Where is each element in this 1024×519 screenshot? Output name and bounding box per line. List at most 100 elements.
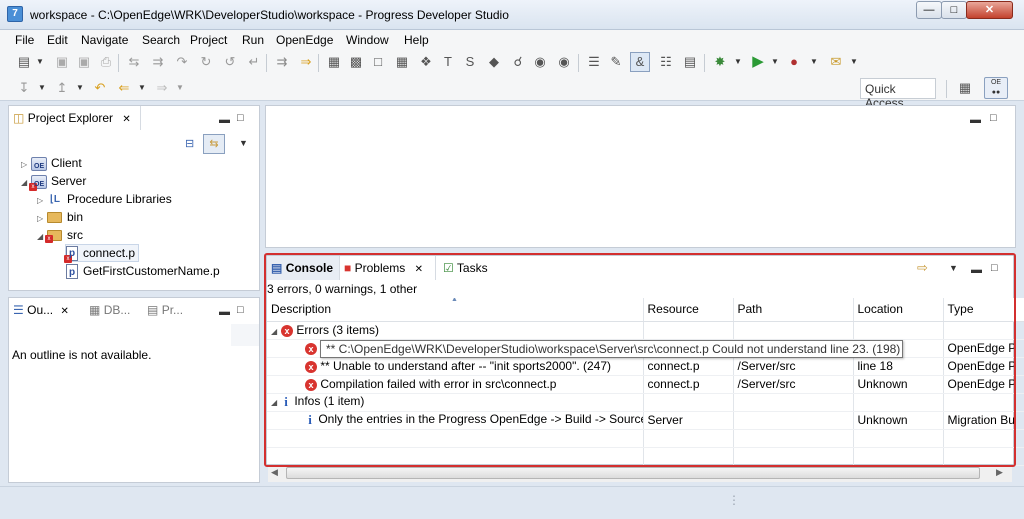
tab-db-structure[interactable]: ▦ DB... [89, 298, 130, 322]
menu-edit[interactable]: Edit [47, 33, 68, 47]
collapse-icon[interactable]: ◢ [271, 327, 281, 336]
debug-bug-icon[interactable]: ✸ [712, 54, 728, 70]
collapse-icon[interactable]: ◢ [271, 398, 281, 407]
close-icon[interactable]: ✕ [122, 114, 130, 125]
menu-help[interactable]: Help [404, 33, 429, 47]
maximize-view-icon[interactable]: □ [991, 262, 998, 274]
tab-outline[interactable]: ☰ Ou... ✕ [9, 298, 85, 322]
collapse-all-icon[interactable]: ⊟ [185, 138, 194, 150]
scrollbar-thumb[interactable] [286, 467, 980, 479]
debug-dropdown-icon[interactable]: ▼ [734, 54, 742, 70]
minimize-editor-icon[interactable]: ▬ [970, 114, 981, 126]
table-icon[interactable]: ▦ [326, 54, 342, 70]
menu-project[interactable]: Project [190, 33, 227, 47]
column-header-resource[interactable]: Resource [643, 298, 734, 322]
text-icon[interactable]: T [440, 54, 456, 70]
grid-icon[interactable]: ▦ [394, 54, 410, 70]
tree-item-server[interactable]: ◢xServer [21, 172, 86, 194]
view-menu-icon[interactable]: ▼ [239, 137, 248, 149]
tab-properties[interactable]: ▤ Pr... [147, 298, 183, 322]
column-header-location[interactable]: Location [853, 298, 944, 322]
column-header-description[interactable]: Description ▲ [267, 298, 644, 322]
revert-icon[interactable]: ↵ [246, 54, 262, 70]
view-menu-icon[interactable]: ▼ [949, 262, 958, 274]
tree-item-getfirstcustomername-p[interactable]: GetFirstCustomerName.p [66, 262, 220, 282]
table-row[interactable]: x Compilation failed with error in src\c… [267, 375, 1024, 394]
focus-on-active-task-icon[interactable]: ⇨ [917, 261, 928, 274]
tab-tasks[interactable]: ☑ Tasks [441, 256, 488, 280]
save-icon[interactable]: ▣ [54, 54, 70, 70]
tree-item-client[interactable]: ▷Client [21, 154, 82, 176]
run-icon[interactable]: ▶ [750, 54, 766, 70]
open-perspective-icon[interactable]: ▦ [957, 80, 973, 96]
close-icon[interactable]: ✕ [415, 264, 423, 275]
column-header-path[interactable]: Path [733, 298, 854, 322]
tree-item-bin[interactable]: ▷ bin [37, 208, 83, 226]
report-icon[interactable]: ▤ [682, 54, 698, 70]
tab-project-explorer[interactable]: ◫ Project Explorer ✕ [9, 106, 141, 130]
widget-icon[interactable]: ❖ [418, 54, 434, 70]
back-icon[interactable]: ⇐ [116, 80, 132, 96]
forward-dropdown-icon[interactable]: ▼ [176, 80, 184, 96]
oe-perspective-icon[interactable]: OE ●● [984, 77, 1008, 99]
prev-annotation-dropdown-icon[interactable]: ▼ [76, 80, 84, 96]
column-header-type[interactable]: Type [943, 298, 1024, 322]
minimize-button[interactable]: — [916, 1, 942, 19]
new-dropdown-icon[interactable]: ▼ [36, 54, 44, 70]
table-row-infos-group[interactable]: ◢ i Infos (1 item) [267, 393, 1024, 412]
maximize-editor-icon[interactable]: □ [990, 112, 997, 124]
link-icon[interactable]: & [630, 52, 650, 72]
debug-icon[interactable]: ◉ [532, 54, 548, 70]
tab-problems[interactable]: ■ Problems ✕ [339, 256, 436, 280]
last-edit-icon[interactable]: ↶ [92, 80, 108, 96]
check-syntax-icon[interactable]: ↷ [174, 54, 190, 70]
menu-search[interactable]: Search [142, 33, 180, 47]
run-dropdown-icon[interactable]: ▼ [771, 54, 779, 70]
menu-navigate[interactable]: Navigate [81, 33, 128, 47]
scroll-left-icon[interactable]: ◀ [271, 467, 278, 478]
external-tools-dropdown-icon[interactable]: ▼ [810, 54, 818, 70]
menu-openedge[interactable]: OpenEdge [276, 33, 333, 47]
scroll-right-icon[interactable]: ▶ [996, 467, 1003, 478]
next-annotation-dropdown-icon[interactable]: ▼ [38, 80, 46, 96]
sql-icon[interactable]: S [462, 54, 478, 70]
format-icon[interactable]: □ [370, 54, 386, 70]
save-all-icon[interactable]: ▣ [76, 54, 92, 70]
link-with-editor-icon[interactable]: ⇆ [203, 134, 225, 154]
menu-window[interactable]: Window [346, 33, 389, 47]
minimize-view-icon[interactable]: ▬ [971, 264, 982, 276]
expand-all-icon[interactable]: ⇉ [274, 54, 290, 70]
forward-icon[interactable]: ⇒ [154, 80, 170, 96]
publish-icon[interactable]: ✉ [828, 54, 844, 70]
next-annotation-icon[interactable]: ↧ [16, 80, 32, 96]
maximize-view-icon[interactable]: □ [237, 304, 244, 316]
compile-icon[interactable]: ⇉ [150, 54, 166, 70]
compare-icon[interactable]: ☷ [658, 54, 674, 70]
tab-console[interactable]: ▤ Console [267, 256, 339, 280]
quick-access-input[interactable]: Quick Access [860, 78, 936, 110]
minimize-view-icon[interactable]: ▬ [219, 114, 230, 126]
refresh-icon[interactable]: ↺ [222, 54, 238, 70]
publish-dropdown-icon[interactable]: ▼ [850, 54, 858, 70]
build-icon[interactable]: ⇆ [126, 54, 142, 70]
close-icon[interactable]: ✕ [60, 306, 68, 317]
table-row-errors-group[interactable]: ◢ x Errors (3 items) [267, 321, 1024, 340]
horizontal-scrollbar[interactable]: ◀ ▶ [268, 465, 1012, 482]
zoom-icon[interactable]: ☌ [510, 54, 526, 70]
maximize-view-icon[interactable]: □ [237, 112, 244, 124]
maximize-button[interactable]: □ [941, 1, 967, 19]
tree-item-connect-p[interactable]: x connect.p [64, 244, 140, 264]
new-icon[interactable]: ▤ [16, 54, 32, 70]
run-procedure-icon[interactable]: ↻ [198, 54, 214, 70]
print-icon[interactable]: ⎙ [98, 54, 114, 70]
dataview-icon[interactable]: ▩ [348, 54, 364, 70]
table-row[interactable]: i Only the entries in the Progress OpenE… [267, 411, 1024, 430]
generate-icon[interactable]: ⇒ [298, 54, 314, 70]
external-tools-icon[interactable]: ● [786, 54, 802, 70]
table-row[interactable]: x ** Unable to understand after -- "init… [267, 357, 1024, 376]
tree-item-src[interactable]: ◢ x src [37, 226, 83, 244]
back-dropdown-icon[interactable]: ▼ [138, 80, 146, 96]
tree-item-procedure-libraries[interactable]: ▷ ⌊L Procedure Libraries [37, 190, 172, 208]
tree-icon[interactable]: ◆ [486, 54, 502, 70]
profile-icon[interactable]: ◉ [556, 54, 572, 70]
